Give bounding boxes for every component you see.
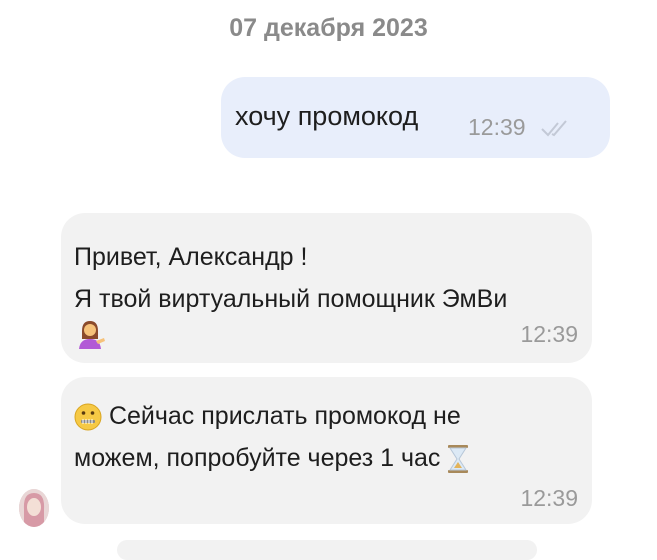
incoming-message[interactable]: Привет, Александр ! Я твой виртуальный п… [61, 213, 592, 363]
message-text: хочу промокод [235, 101, 419, 131]
hourglass-emoji [448, 445, 469, 474]
incoming-message-partial[interactable] [117, 540, 537, 560]
outgoing-message[interactable]: хочу промокод 12:39 [221, 77, 610, 158]
date-separator: 07 декабря 2023 [229, 14, 428, 42]
message-text: можем, попробуйте через 1 час [74, 444, 441, 472]
message-text-line: можем, попробуйте через 1 час [74, 444, 469, 474]
incoming-message[interactable]: Сейчас прислать промокод не можем, попро… [61, 377, 592, 524]
zipper-mouth-face-emoji [74, 403, 102, 431]
message-time: 12:39 [468, 114, 526, 140]
message-text-line: Сейчас прислать промокод не [74, 402, 461, 431]
message-text-line: Привет, Александр ! [74, 243, 308, 271]
message-text: Сейчас прислать промокод не [108, 402, 461, 430]
message-text-line: Я твой виртуальный помощник ЭмВи [74, 285, 508, 313]
message-time: 12:39 [520, 321, 578, 347]
avatar-image [19, 489, 49, 527]
double-check-icon [540, 119, 567, 136]
woman-tipping-hand-emoji [79, 321, 105, 349]
assistant-avatar[interactable] [19, 489, 49, 527]
message-time: 12:39 [520, 485, 578, 511]
message-meta: 12:39 [468, 114, 574, 141]
